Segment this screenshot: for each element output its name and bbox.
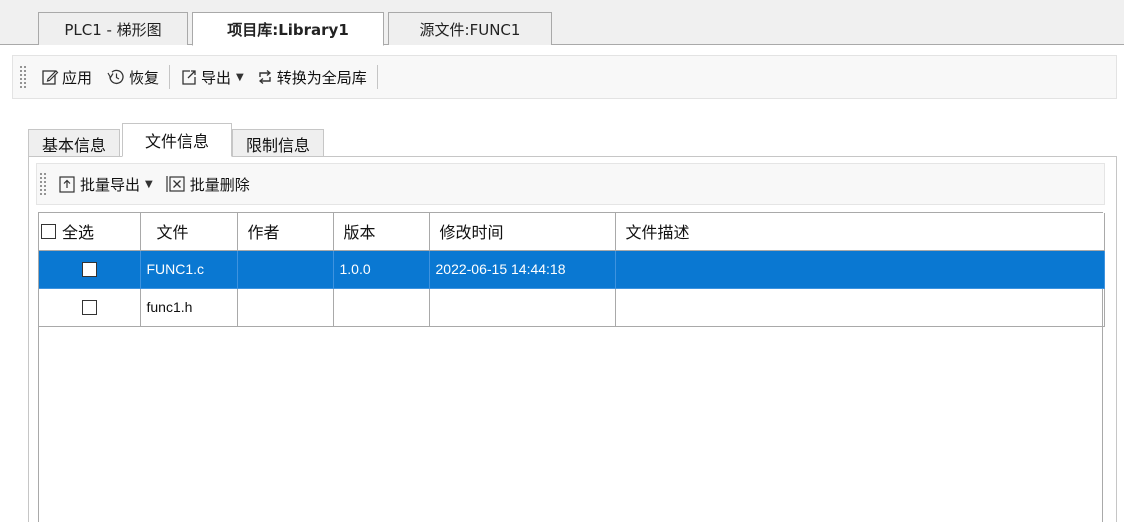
- tab-label: 文件信息: [144, 132, 209, 151]
- select-all-label: 全选: [62, 223, 95, 243]
- main-toolbar: 应用 恢复 导出 ▼ 转换为全局库: [12, 55, 1117, 99]
- batch-delete-label: 批量删除: [189, 175, 250, 194]
- table-row[interactable]: func1.h: [39, 287, 1105, 327]
- file-name-cell[interactable]: func1.h: [139, 287, 238, 327]
- doc-tab-plc1-ladder[interactable]: PLC1 - 梯形图: [38, 12, 188, 45]
- restore-button[interactable]: 恢复: [102, 62, 163, 92]
- doc-tab-label: 源文件:FUNC1: [419, 20, 521, 39]
- convert-label: 转换为全局库: [276, 68, 367, 87]
- column-header-description[interactable]: 文件描述: [614, 213, 1105, 251]
- convert-global-library-button[interactable]: 转换为全局库: [252, 62, 371, 92]
- select-all-header[interactable]: 全选: [39, 213, 141, 251]
- edit-icon: [42, 70, 59, 85]
- row-checkbox[interactable]: [81, 300, 97, 316]
- table-header-row: 全选 文件 作者 版本 修改时间 文件描述: [39, 213, 1105, 251]
- export-label: 导出: [201, 68, 232, 87]
- document-tab-strip: PLC1 - 梯形图 项目库:Library1 源文件:FUNC1: [0, 0, 1124, 46]
- tab-restriction-info[interactable]: 限制信息: [232, 129, 324, 157]
- file-toolbar: 批量导出 ▼ 批量删除: [36, 163, 1105, 205]
- batch-delete-button[interactable]: 批量删除: [161, 169, 254, 199]
- doc-tab-project-library[interactable]: 项目库:Library1: [192, 12, 384, 46]
- doc-tab-source-func1[interactable]: 源文件:FUNC1: [388, 12, 552, 45]
- author-cell[interactable]: [236, 287, 334, 327]
- batch-delete-icon: [166, 176, 185, 192]
- export-dropdown-button[interactable]: 导出 ▼: [176, 62, 248, 92]
- tab-label: 限制信息: [245, 135, 310, 155]
- row-checkbox-cell[interactable]: [39, 249, 141, 289]
- toolbar-grip[interactable]: [19, 65, 27, 89]
- description-cell[interactable]: [614, 287, 1105, 327]
- restore-label: 恢复: [129, 68, 160, 87]
- history-icon: [107, 69, 124, 85]
- convert-icon: [258, 70, 271, 84]
- column-header-file[interactable]: 文件: [139, 213, 238, 251]
- select-all-checkbox[interactable]: [41, 223, 56, 239]
- toolbar-separator: [169, 65, 171, 89]
- doc-tab-label: 项目库:Library1: [227, 20, 349, 39]
- tab-label: 基本信息: [41, 135, 106, 155]
- version-cell[interactable]: 1.0.0: [332, 249, 430, 289]
- dropdown-caret-icon: ▼: [145, 178, 153, 190]
- column-header-version[interactable]: 版本: [332, 213, 430, 251]
- dropdown-caret-icon: ▼: [236, 71, 244, 83]
- author-cell[interactable]: [236, 249, 334, 289]
- apply-label: 应用: [62, 68, 93, 87]
- row-checkbox-cell[interactable]: [39, 287, 141, 327]
- toolbar-separator: [376, 65, 378, 89]
- file-name-cell[interactable]: FUNC1.c: [139, 249, 238, 289]
- version-cell[interactable]: [332, 287, 430, 327]
- tab-file-info[interactable]: 文件信息: [122, 123, 232, 157]
- batch-export-icon: [59, 176, 75, 193]
- batch-export-dropdown-button[interactable]: 批量导出 ▼: [53, 169, 157, 199]
- toolbar-grip[interactable]: [39, 172, 47, 196]
- column-header-modified[interactable]: 修改时间: [428, 213, 616, 251]
- modified-time-cell[interactable]: [428, 287, 616, 327]
- apply-button[interactable]: 应用: [37, 62, 96, 92]
- doc-tab-label: PLC1 - 梯形图: [64, 20, 162, 39]
- column-header-author[interactable]: 作者: [236, 213, 334, 251]
- modified-time-cell[interactable]: 2022-06-15 14:44:18: [428, 249, 616, 289]
- row-checkbox[interactable]: [81, 262, 97, 278]
- table-row[interactable]: FUNC1.c 1.0.0 2022-06-15 14:44:18: [39, 249, 1105, 289]
- batch-export-label: 批量导出: [80, 175, 141, 194]
- export-icon: [182, 70, 196, 85]
- file-table: 全选 文件 作者 版本 修改时间 文件描述 FUNC1.c 1.0.0 2022…: [38, 212, 1105, 522]
- description-cell[interactable]: [614, 249, 1105, 289]
- tab-basic-info[interactable]: 基本信息: [28, 129, 120, 157]
